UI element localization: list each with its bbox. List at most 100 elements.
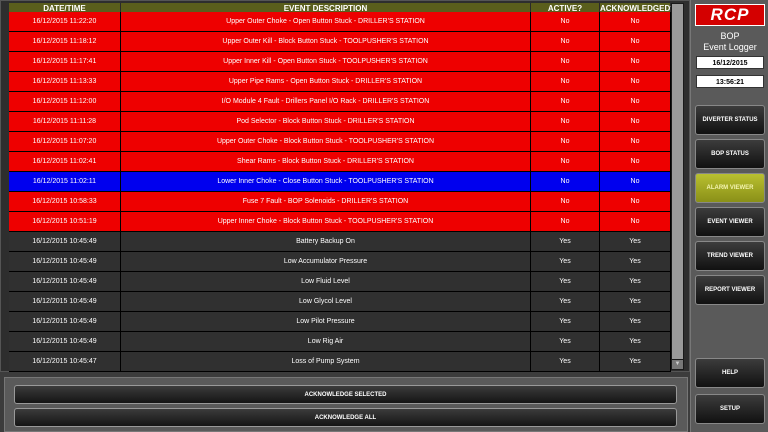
cell-acknowledged: Yes bbox=[600, 272, 671, 291]
cell-acknowledged: No bbox=[600, 132, 671, 151]
cell-datetime: 16/12/2015 11:18:12 bbox=[9, 32, 121, 51]
table-row[interactable]: 16/12/2015 10:45:49 Low Glycol Level Yes Ye… bbox=[9, 292, 671, 312]
cell-active: Yes bbox=[531, 232, 600, 251]
nav-report-viewer-button[interactable]: REPORT VIEWER bbox=[695, 275, 765, 305]
table-row[interactable]: 16/12/2015 10:58:33 Fuse 7 Fault - BOP So… bbox=[9, 192, 671, 212]
cell-acknowledged: No bbox=[600, 92, 671, 111]
rcp-logo: RCP bbox=[695, 4, 765, 26]
table-row[interactable]: 16/12/2015 11:02:41 Shear Rams - Block Bu… bbox=[9, 152, 671, 172]
cell-active: No bbox=[531, 152, 600, 171]
cell-datetime: 16/12/2015 11:11:28 bbox=[9, 112, 121, 131]
cell-acknowledged: No bbox=[600, 72, 671, 91]
alarm-table-body: 16/12/2015 11:22:20 Upper Outer Choke - O… bbox=[9, 12, 671, 372]
cell-description: Upper Outer Choke - Block Button Stuck -… bbox=[121, 132, 531, 151]
cell-description: Lower Inner Choke - Close Button Stuck -… bbox=[121, 172, 531, 191]
acknowledge-selected-button[interactable]: ACKNOWLEDGE SELECTED bbox=[14, 385, 677, 404]
table-row[interactable]: 16/12/2015 11:02:11 Lower Inner Choke - C… bbox=[9, 172, 671, 192]
cell-description: Pod Selector - Block Button Stuck - DRIL… bbox=[121, 112, 531, 131]
cell-description: Low Fluid Level bbox=[121, 272, 531, 291]
nav-alarm-viewer-button[interactable]: ALARM VIEWER bbox=[695, 173, 765, 203]
cell-acknowledged: Yes bbox=[600, 252, 671, 271]
cell-datetime: 16/12/2015 11:07:20 bbox=[9, 132, 121, 151]
cell-acknowledged: Yes bbox=[600, 352, 671, 371]
cell-acknowledged: No bbox=[600, 52, 671, 71]
table-row[interactable]: 16/12/2015 11:12:00 I/O Module 4 Fault - … bbox=[9, 92, 671, 112]
cell-description: Low Accumulator Pressure bbox=[121, 252, 531, 271]
nav-bop-status-button[interactable]: BOP STATUS bbox=[695, 139, 765, 169]
nav-event-viewer-button[interactable]: EVENT VIEWER bbox=[695, 207, 765, 237]
cell-description: Battery Backup On bbox=[121, 232, 531, 251]
table-row[interactable]: 16/12/2015 10:45:49 Low Fluid Level Yes Yes bbox=[9, 272, 671, 292]
cell-datetime: 16/12/2015 11:02:11 bbox=[9, 172, 121, 191]
cell-description: Low Rig Air bbox=[121, 332, 531, 351]
cell-active: No bbox=[531, 12, 600, 31]
help-button[interactable]: HELP bbox=[695, 358, 765, 388]
time-display: 13:56:21 bbox=[696, 75, 764, 88]
cell-datetime: 16/12/2015 10:51:19 bbox=[9, 212, 121, 231]
table-row[interactable]: 16/12/2015 10:45:49 Low Rig Air Yes Yes bbox=[9, 332, 671, 352]
table-row[interactable]: 16/12/2015 11:17:41 Upper Inner Kill - Op… bbox=[9, 52, 671, 72]
cell-acknowledged: Yes bbox=[600, 332, 671, 351]
cell-datetime: 16/12/2015 11:17:41 bbox=[9, 52, 121, 71]
setup-button[interactable]: SETUP bbox=[695, 394, 765, 424]
cell-active: Yes bbox=[531, 272, 600, 291]
nav-trend-viewer-button[interactable]: TREND VIEWER bbox=[695, 241, 765, 271]
cell-acknowledged: No bbox=[600, 212, 671, 231]
action-panel: ACKNOWLEDGE SELECTED ACKNOWLEDGE ALL bbox=[4, 377, 688, 432]
cell-active: No bbox=[531, 192, 600, 211]
cell-description: Upper Outer Choke - Open Button Stuck - … bbox=[121, 12, 531, 31]
table-row[interactable]: 16/12/2015 11:22:20 Upper Outer Choke - O… bbox=[9, 12, 671, 32]
scrollbar-thumb[interactable] bbox=[672, 4, 683, 359]
cell-active: Yes bbox=[531, 312, 600, 331]
cell-datetime: 16/12/2015 11:12:00 bbox=[9, 92, 121, 111]
cell-description: Fuse 7 Fault - BOP Solenoids - DRILLER'S… bbox=[121, 192, 531, 211]
cell-datetime: 16/12/2015 10:45:49 bbox=[9, 232, 121, 251]
app-title-line-1: BOP bbox=[720, 31, 740, 41]
cell-acknowledged: No bbox=[600, 172, 671, 191]
cell-description: Upper Outer Kill - Block Button Stuck - … bbox=[121, 32, 531, 51]
table-row[interactable]: 16/12/2015 11:11:28 Pod Selector - Block … bbox=[9, 112, 671, 132]
cell-datetime: 16/12/2015 11:13:33 bbox=[9, 72, 121, 91]
table-row[interactable]: 16/12/2015 11:07:20 Upper Outer Choke - B… bbox=[9, 132, 671, 152]
app-title-line-2: Event Logger bbox=[703, 42, 757, 52]
cell-acknowledged: No bbox=[600, 192, 671, 211]
table-row[interactable]: 16/12/2015 10:45:49 Battery Backup On Yes Y… bbox=[9, 232, 671, 252]
table-row[interactable]: 16/12/2015 10:51:19 Upper Inner Choke - B… bbox=[9, 212, 671, 232]
cell-active: Yes bbox=[531, 332, 600, 351]
table-row[interactable]: 16/12/2015 10:45:49 Low Pilot Pressure Yes… bbox=[9, 312, 671, 332]
app-title: BOP Event Logger bbox=[691, 31, 768, 53]
table-row[interactable]: 16/12/2015 10:45:49 Low Accumulator Press… bbox=[9, 252, 671, 272]
table-row[interactable]: 16/12/2015 10:45:47 Loss of Pump System Ye… bbox=[9, 352, 671, 372]
cell-datetime: 16/12/2015 11:02:41 bbox=[9, 152, 121, 171]
cell-datetime: 16/12/2015 10:45:49 bbox=[9, 332, 121, 351]
cell-description: Low Pilot Pressure bbox=[121, 312, 531, 331]
scroll-down-arrow-icon[interactable]: ▼ bbox=[672, 360, 683, 369]
nav-diverter-status-button[interactable]: DIVERTER STATUS bbox=[695, 105, 765, 135]
cell-active: No bbox=[531, 212, 600, 231]
cell-acknowledged: Yes bbox=[600, 292, 671, 311]
cell-active: No bbox=[531, 112, 600, 131]
table-row[interactable]: 16/12/2015 11:13:33 Upper Pipe Rams - Ope… bbox=[9, 72, 671, 92]
cell-datetime: 16/12/2015 10:58:33 bbox=[9, 192, 121, 211]
cell-active: No bbox=[531, 32, 600, 51]
table-scrollbar[interactable]: ▼ bbox=[671, 3, 684, 370]
sidebar: RCP BOP Event Logger 16/12/2015 13:56:21… bbox=[690, 0, 768, 432]
cell-datetime: 16/12/2015 10:45:49 bbox=[9, 292, 121, 311]
alarm-table-panel: DATE/TIME EVENT DESCRIPTION ACTIVE? ACKN… bbox=[0, 0, 690, 372]
cell-description: Shear Rams - Block Button Stuck - DRILLE… bbox=[121, 152, 531, 171]
cell-active: Yes bbox=[531, 352, 600, 371]
cell-datetime: 16/12/2015 10:45:49 bbox=[9, 272, 121, 291]
cell-active: No bbox=[531, 132, 600, 151]
cell-datetime: 16/12/2015 10:45:49 bbox=[9, 252, 121, 271]
cell-acknowledged: No bbox=[600, 32, 671, 51]
table-row[interactable]: 16/12/2015 11:18:12 Upper Outer Kill - Bl… bbox=[9, 32, 671, 52]
acknowledge-all-button[interactable]: ACKNOWLEDGE ALL bbox=[14, 408, 677, 427]
cell-datetime: 16/12/2015 10:45:49 bbox=[9, 312, 121, 331]
cell-description: I/O Module 4 Fault - Drillers Panel I/O … bbox=[121, 92, 531, 111]
cell-datetime: 16/12/2015 10:45:47 bbox=[9, 352, 121, 371]
cell-description: Upper Inner Choke - Block Button Stuck -… bbox=[121, 212, 531, 231]
cell-description: Upper Inner Kill - Open Button Stuck - T… bbox=[121, 52, 531, 71]
cell-active: No bbox=[531, 52, 600, 71]
cell-acknowledged: Yes bbox=[600, 312, 671, 331]
cell-acknowledged: No bbox=[600, 12, 671, 31]
